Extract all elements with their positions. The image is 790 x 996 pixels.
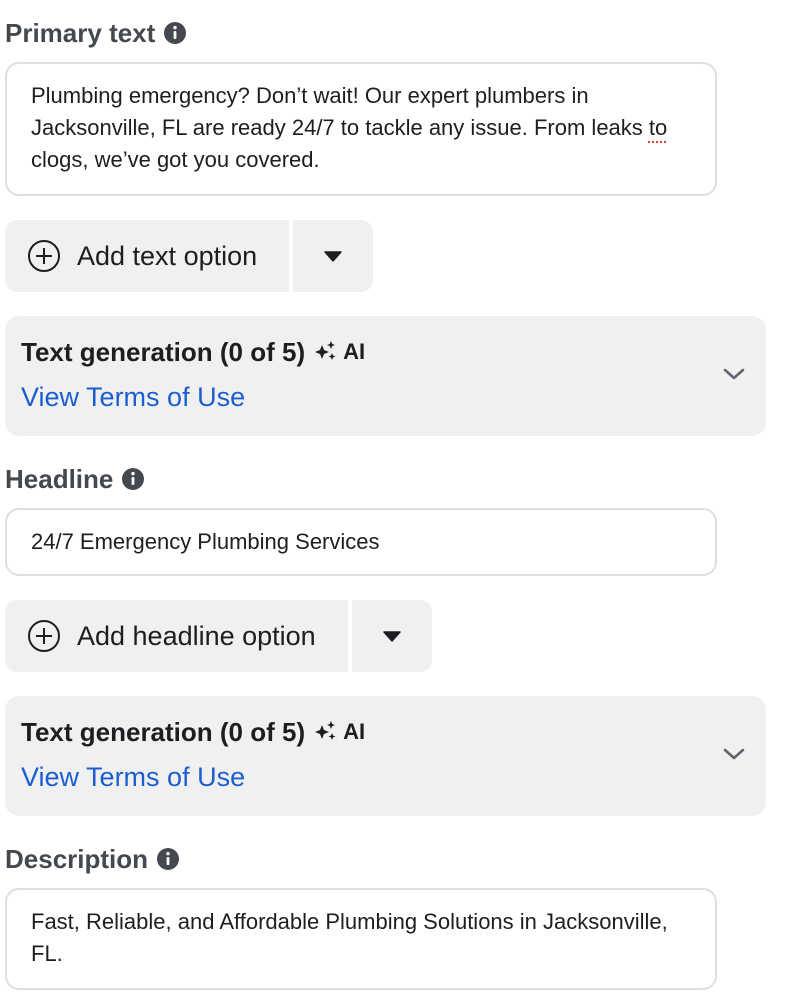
- caret-down-icon: [382, 629, 402, 643]
- text-generation-title: Text generation (0 of 5): [21, 336, 306, 367]
- add-headline-option-label: Add headline option: [77, 620, 316, 651]
- primary-text-input[interactable]: Plumbing emergency? Don’t wait! Our expe…: [5, 62, 717, 196]
- add-headline-option-group: Add headline option: [5, 600, 432, 672]
- ai-badge: AI: [313, 719, 365, 745]
- spellcheck-word[interactable]: to: [649, 115, 667, 140]
- headline-label: Headline: [5, 463, 114, 494]
- view-terms-link[interactable]: View Terms of Use: [21, 762, 245, 793]
- headline-input[interactable]: 24/7 Emergency Plumbing Services: [5, 508, 717, 576]
- text-generation-title-row: Text generation (0 of 5) AI: [21, 334, 750, 370]
- view-terms-link[interactable]: View Terms of Use: [21, 382, 245, 413]
- headline-value: 24/7 Emergency Plumbing Services: [31, 529, 380, 554]
- text-generation-title-row: Text generation (0 of 5) AI: [21, 714, 750, 750]
- ai-sparkle-icon: [313, 339, 339, 365]
- primary-text-label: Primary text: [5, 17, 156, 48]
- plus-circle-icon: [27, 619, 61, 653]
- info-icon[interactable]: [163, 21, 187, 45]
- ai-label: AI: [343, 339, 366, 364]
- ai-badge: AI: [313, 339, 365, 365]
- text-generation-title: Text generation (0 of 5): [21, 716, 306, 747]
- plus-circle-icon: [27, 239, 61, 273]
- add-text-option-button[interactable]: Add text option: [5, 220, 290, 292]
- info-icon[interactable]: [156, 847, 180, 871]
- description-label: Description: [5, 843, 149, 874]
- info-icon[interactable]: [121, 467, 145, 491]
- ai-label: AI: [343, 719, 366, 744]
- add-text-option-label: Add text option: [77, 240, 258, 271]
- ai-sparkle-icon: [313, 719, 339, 745]
- headline-label-row: Headline: [5, 462, 145, 496]
- primary-text-label-row: Primary text: [5, 16, 187, 50]
- description-value: Fast, Reliable, and Affordable Plumbing …: [31, 909, 674, 966]
- add-text-option-group: Add text option: [5, 220, 374, 292]
- description-input[interactable]: Fast, Reliable, and Affordable Plumbing …: [5, 888, 717, 990]
- add-headline-option-dropdown[interactable]: [351, 600, 432, 672]
- chevron-down-icon[interactable]: [722, 746, 746, 762]
- primary-text-generation-panel[interactable]: Text generation (0 of 5) AI View Terms o…: [5, 316, 766, 436]
- add-headline-option-button[interactable]: Add headline option: [5, 600, 348, 672]
- caret-down-icon: [323, 249, 343, 263]
- description-label-row: Description: [5, 842, 180, 876]
- headline-generation-panel[interactable]: Text generation (0 of 5) AI View Terms o…: [5, 696, 766, 816]
- chevron-down-icon[interactable]: [722, 366, 746, 382]
- primary-text-value: Plumbing emergency? Don’t wait! Our expe…: [31, 83, 649, 140]
- add-text-option-dropdown[interactable]: [293, 220, 374, 292]
